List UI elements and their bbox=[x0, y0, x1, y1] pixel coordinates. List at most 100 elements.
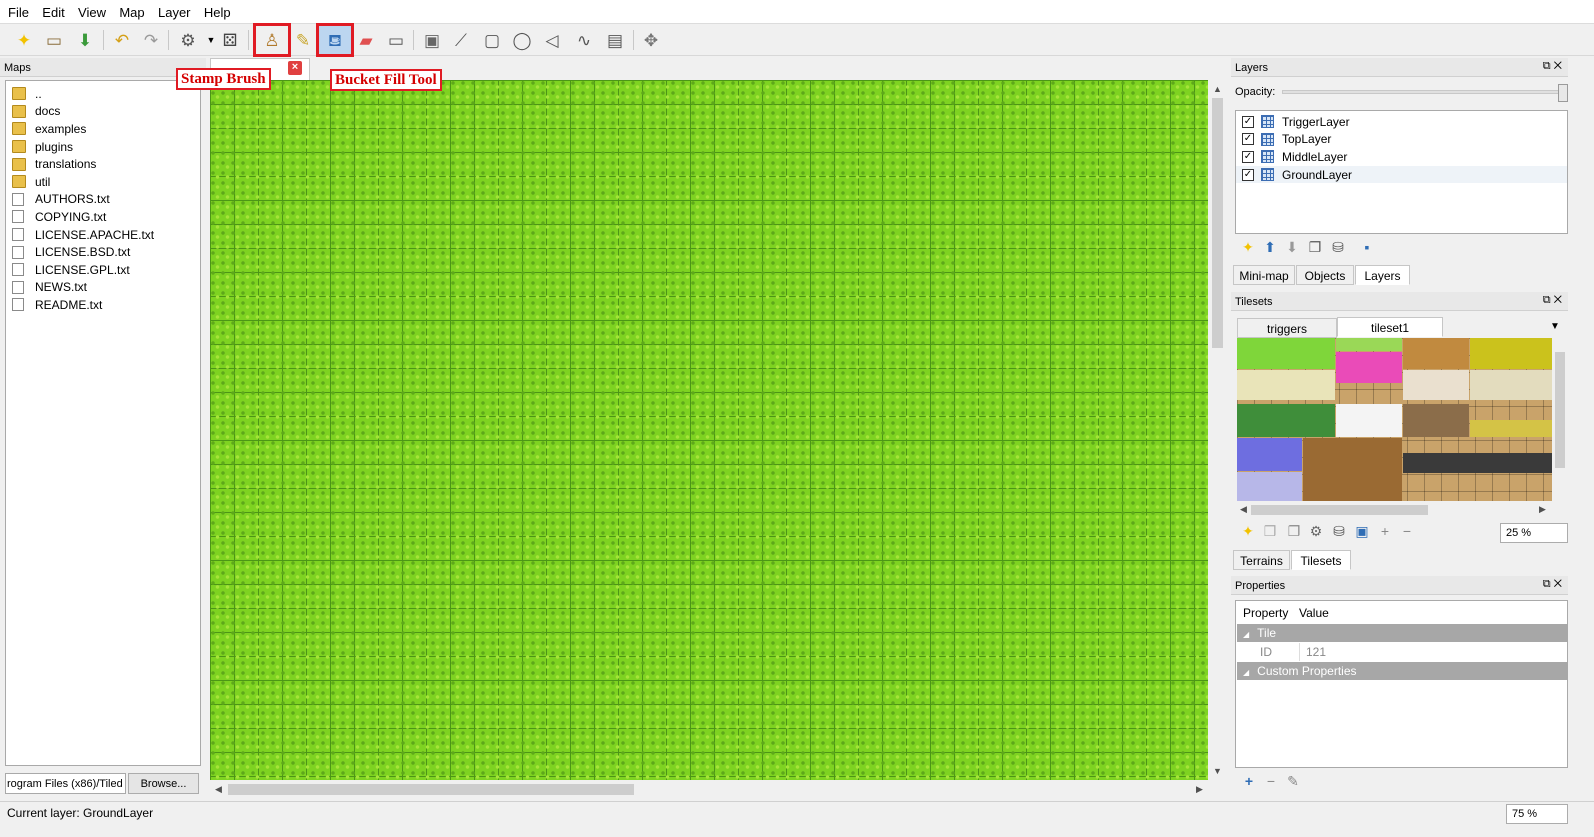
layer-row-trigger[interactable]: ✓ TriggerLayer bbox=[1236, 113, 1567, 131]
magic-wand-icon[interactable]: ▣ bbox=[420, 28, 444, 52]
group-row-tile[interactable]: ◢ Tile bbox=[1237, 624, 1568, 642]
path-input[interactable]: rogram Files (x86)/Tiled bbox=[5, 773, 126, 794]
map-canvas[interactable] bbox=[210, 80, 1208, 780]
polygon-object-icon[interactable]: ◁ bbox=[540, 28, 564, 52]
menu-file[interactable]: File bbox=[4, 0, 33, 20]
raise-layer-icon[interactable]: ⬆ bbox=[1261, 239, 1279, 256]
tile-object-icon[interactable]: ▤ bbox=[603, 28, 627, 52]
list-item[interactable]: .. bbox=[6, 85, 200, 103]
map-vertical-scrollbar[interactable]: ▲ ▼ bbox=[1209, 80, 1226, 780]
edit-polygon-icon[interactable]: ⟋ bbox=[449, 28, 473, 52]
chevron-up-icon[interactable]: ▲ bbox=[1213, 84, 1222, 94]
rename-property-icon[interactable]: ✎ bbox=[1284, 773, 1302, 790]
layer-row-top[interactable]: ✓ TopLayer bbox=[1236, 131, 1567, 149]
tileset-properties-icon[interactable]: ⚙ bbox=[1307, 523, 1325, 540]
tab-tilesets[interactable]: Tilesets bbox=[1291, 550, 1351, 570]
duplicate-layer-icon[interactable]: ❐ bbox=[1306, 239, 1324, 256]
browse-button[interactable]: Browse... bbox=[128, 773, 199, 794]
list-item[interactable]: COPYING.txt bbox=[6, 208, 200, 226]
stamp-brush-icon[interactable]: ♙ bbox=[253, 23, 291, 57]
map-horizontal-scrollbar[interactable]: ◀ ▶ bbox=[210, 781, 1209, 798]
import-tileset-icon[interactable]: ❒ bbox=[1261, 523, 1279, 540]
menu-map[interactable]: Map bbox=[115, 0, 148, 20]
delete-tileset-icon[interactable]: ⛁ bbox=[1330, 523, 1348, 540]
save-icon[interactable]: ⬇ bbox=[73, 28, 97, 52]
commands-icon[interactable]: ⚙ bbox=[176, 28, 200, 52]
panel-float-icon[interactable]: ⧉✕ bbox=[1543, 60, 1565, 73]
bucket-fill-icon[interactable]: ⛾ bbox=[316, 23, 354, 57]
visibility-checkbox[interactable]: ✓ bbox=[1242, 150, 1254, 163]
list-item[interactable]: README.txt bbox=[6, 296, 200, 314]
list-item[interactable]: docs bbox=[6, 103, 200, 121]
random-icon[interactable]: ⚄ bbox=[218, 28, 242, 52]
layer-row-middle[interactable]: ✓ MiddleLayer bbox=[1236, 148, 1567, 166]
visibility-checkbox[interactable]: ✓ bbox=[1242, 168, 1254, 181]
tileset-zoom-select[interactable]: 25 % bbox=[1500, 523, 1568, 543]
chevron-left-icon[interactable]: ◀ bbox=[215, 784, 222, 795]
edit-terrain-icon[interactable]: ▣ bbox=[1353, 523, 1371, 540]
zoom-select[interactable]: 75 % bbox=[1506, 804, 1568, 824]
tileset-horizontal-scrollbar[interactable]: ◀ ▶ bbox=[1237, 502, 1552, 517]
chevron-down-icon[interactable]: ▼ bbox=[1213, 766, 1222, 776]
remove-tiles-icon[interactable]: − bbox=[1398, 523, 1416, 539]
redo-icon[interactable]: ↷ bbox=[139, 28, 163, 52]
open-icon[interactable]: ▭ bbox=[42, 28, 66, 52]
scroll-thumb[interactable] bbox=[228, 784, 634, 795]
tab-terrains[interactable]: Terrains bbox=[1233, 550, 1290, 570]
visibility-checkbox[interactable]: ✓ bbox=[1242, 115, 1254, 128]
list-item[interactable]: NEWS.txt bbox=[6, 279, 200, 297]
undo-icon[interactable]: ↶ bbox=[110, 28, 134, 52]
chevron-right-icon[interactable]: ▶ bbox=[1196, 784, 1203, 795]
chevron-right-icon[interactable]: ▶ bbox=[1539, 504, 1546, 515]
list-item[interactable]: AUTHORS.txt bbox=[6, 191, 200, 209]
layer-row-ground[interactable]: ✓ GroundLayer bbox=[1236, 165, 1567, 184]
menu-help[interactable]: Help bbox=[200, 0, 235, 20]
list-item[interactable]: LICENSE.GPL.txt bbox=[6, 261, 200, 279]
new-tileset-icon[interactable]: ✦ bbox=[1239, 523, 1257, 540]
list-item[interactable]: LICENSE.APACHE.txt bbox=[6, 226, 200, 244]
polyline-object-icon[interactable]: ∿ bbox=[572, 28, 596, 52]
collapse-icon[interactable]: ◢ bbox=[1243, 668, 1249, 677]
tab-objects[interactable]: Objects bbox=[1296, 265, 1354, 285]
panel-float-icon[interactable]: ⧉✕ bbox=[1543, 578, 1565, 591]
chevron-left-icon[interactable]: ◀ bbox=[1240, 504, 1247, 515]
list-item[interactable]: examples bbox=[6, 120, 200, 138]
eraser-icon[interactable]: ▰ bbox=[354, 28, 378, 52]
menu-view[interactable]: View bbox=[74, 0, 110, 20]
delete-layer-icon[interactable]: ⛁ bbox=[1329, 239, 1347, 256]
tab-tileset1[interactable]: tileset1 bbox=[1337, 317, 1443, 337]
tab-layers[interactable]: Layers bbox=[1355, 265, 1410, 285]
collapse-icon[interactable]: ◢ bbox=[1243, 630, 1249, 639]
scroll-thumb[interactable] bbox=[1212, 98, 1223, 348]
remove-property-icon[interactable]: − bbox=[1262, 773, 1280, 789]
menu-edit[interactable]: Edit bbox=[38, 0, 68, 20]
menu-layer[interactable]: Layer bbox=[154, 0, 195, 20]
close-icon[interactable]: × bbox=[288, 61, 302, 75]
list-item[interactable]: LICENSE.BSD.txt bbox=[6, 243, 200, 261]
list-item[interactable]: plugins bbox=[6, 138, 200, 156]
opacity-slider-handle[interactable] bbox=[1558, 84, 1568, 102]
tileset-vertical-scrollbar[interactable] bbox=[1552, 338, 1568, 501]
tab-triggers[interactable]: triggers bbox=[1237, 318, 1337, 338]
scroll-thumb[interactable] bbox=[1555, 352, 1565, 468]
layer-properties-icon[interactable]: ▪ bbox=[1358, 239, 1376, 255]
visibility-checkbox[interactable]: ✓ bbox=[1242, 133, 1254, 146]
tab-mini-map[interactable]: Mini-map bbox=[1233, 265, 1295, 285]
export-tileset-icon[interactable]: ❐ bbox=[1285, 523, 1303, 540]
terrain-brush-icon[interactable]: ✎ bbox=[291, 28, 315, 52]
list-item[interactable]: translations bbox=[6, 155, 200, 173]
chevron-down-icon[interactable]: ▼ bbox=[1550, 321, 1560, 332]
add-tiles-icon[interactable]: + bbox=[1376, 523, 1394, 539]
ellipse-object-icon[interactable]: ◯ bbox=[510, 28, 534, 52]
list-item[interactable]: util bbox=[6, 173, 200, 191]
new-icon[interactable]: ✦ bbox=[12, 28, 36, 52]
group-row-custom[interactable]: ◢ Custom Properties bbox=[1237, 662, 1568, 680]
add-layer-icon[interactable]: ✦ bbox=[1239, 239, 1257, 256]
panel-float-icon[interactable]: ⧉✕ bbox=[1543, 294, 1565, 307]
rect-object-icon[interactable]: ▢ bbox=[480, 28, 504, 52]
scroll-thumb[interactable] bbox=[1251, 505, 1428, 515]
opacity-slider[interactable] bbox=[1282, 90, 1564, 94]
table-row[interactable]: ID 121 bbox=[1237, 643, 1568, 661]
rect-select-icon[interactable]: ▭ bbox=[384, 28, 408, 52]
tileset-preview[interactable] bbox=[1237, 338, 1552, 501]
